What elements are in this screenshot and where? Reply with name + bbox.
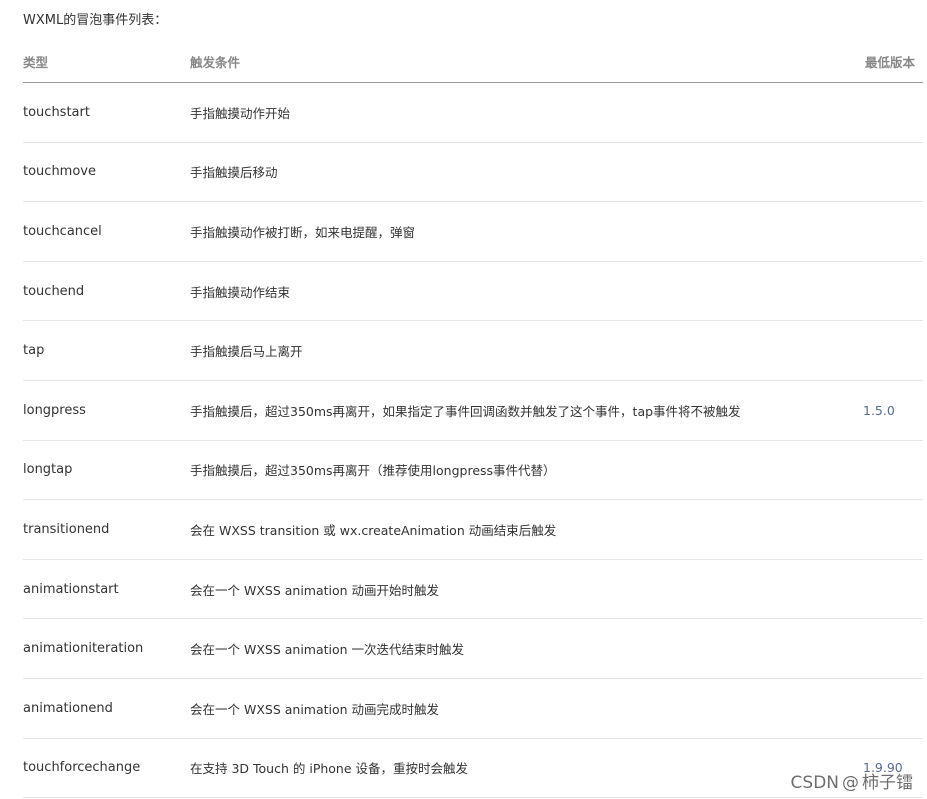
watermark-brand: CSDN: [790, 773, 839, 793]
watermark-separator: @: [842, 773, 859, 793]
event-version-cell: [863, 201, 923, 262]
event-condition-cell: 会在一个 WXSS animation 动画开始时触发: [190, 559, 863, 620]
event-version-cell: [863, 142, 923, 203]
header-condition: 触发条件: [190, 40, 863, 83]
table-row: touchmove 手指触摸后移动: [23, 142, 923, 203]
event-version-cell: [863, 82, 923, 143]
event-type-cell: tap: [23, 320, 190, 381]
watermark-author: 柿子镭: [862, 773, 913, 793]
event-type-cell: touchmove: [23, 142, 190, 203]
event-version-cell: [863, 618, 923, 679]
event-condition-cell: 手指触摸动作被打断，如来电提醒，弹窗: [190, 201, 863, 262]
event-type-cell: transitionend: [23, 499, 190, 560]
table-row: transitionend 会在 WXSS transition 或 wx.cr…: [23, 499, 923, 560]
event-type-cell: touchstart: [23, 82, 190, 143]
event-condition-cell: 手指触摸动作开始: [190, 82, 863, 143]
table-header: 类型 触发条件 最低版本: [23, 40, 923, 83]
event-condition-cell: 会在一个 WXSS animation 动画完成时触发: [190, 678, 863, 739]
event-type-cell: touchcancel: [23, 201, 190, 262]
table-row: touchstart 手指触摸动作开始: [23, 82, 923, 143]
table-row: touchend 手指触摸动作结束: [23, 261, 923, 322]
table-row: touchcancel 手指触摸动作被打断，如来电提醒，弹窗: [23, 201, 923, 262]
event-condition-cell: 在支持 3D Touch 的 iPhone 设备，重按时会触发: [190, 738, 863, 799]
event-condition-cell: 手指触摸动作结束: [190, 261, 863, 322]
event-type-cell: touchforcechange: [23, 738, 190, 799]
table-header-row: 类型 触发条件 最低版本: [23, 40, 923, 83]
event-type-cell: animationiteration: [23, 618, 190, 679]
event-condition-cell: 会在一个 WXSS animation 一次迭代结束时触发: [190, 618, 863, 679]
table-body: touchstart 手指触摸动作开始 touchmove 手指触摸后移动 to…: [23, 82, 923, 799]
event-version-cell: [863, 559, 923, 620]
table-row: animationiteration 会在一个 WXSS animation 一…: [23, 618, 923, 679]
event-condition-cell: 手指触摸后马上离开: [190, 320, 863, 381]
event-type-cell: longtap: [23, 440, 190, 501]
intro-text: WXML的冒泡事件列表：: [23, 13, 168, 28]
header-min-version: 最低版本: [863, 40, 923, 83]
table-row: touchforcechange 在支持 3D Touch 的 iPhone 设…: [23, 738, 923, 799]
event-version-cell: [863, 261, 923, 322]
event-version-cell: [863, 678, 923, 739]
table-row: tap 手指触摸后马上离开: [23, 320, 923, 381]
event-condition-cell: 手指触摸后移动: [190, 142, 863, 203]
table-row: longpress 手指触摸后，超过350ms再离开，如果指定了事件回调函数并触…: [23, 380, 923, 441]
event-version-cell: [863, 440, 923, 501]
event-condition-cell: 手指触摸后，超过350ms再离开，如果指定了事件回调函数并触发了这个事件，tap…: [190, 380, 863, 441]
table-row: animationstart 会在一个 WXSS animation 动画开始时…: [23, 559, 923, 620]
event-version-cell: [863, 499, 923, 560]
table-row: animationend 会在一个 WXSS animation 动画完成时触发: [23, 678, 923, 739]
event-type-cell: animationstart: [23, 559, 190, 620]
event-type-cell: longpress: [23, 380, 190, 441]
table-row: longtap 手指触摸后，超过350ms再离开（推荐使用longpress事件…: [23, 440, 923, 501]
event-type-cell: touchend: [23, 261, 190, 322]
event-condition-cell: 会在 WXSS transition 或 wx.createAnimation …: [190, 499, 863, 560]
header-type: 类型: [23, 40, 190, 83]
event-type-cell: animationend: [23, 678, 190, 739]
bubble-events-table: 类型 触发条件 最低版本 touchstart 手指触摸动作开始 touchmo…: [23, 40, 923, 799]
event-version-link[interactable]: 1.5.0: [863, 380, 923, 441]
csdn-watermark: CSDN @ 柿子镭: [791, 768, 913, 793]
event-version-cell: [863, 320, 923, 381]
event-condition-cell: 手指触摸后，超过350ms再离开（推荐使用longpress事件代替）: [190, 440, 863, 501]
